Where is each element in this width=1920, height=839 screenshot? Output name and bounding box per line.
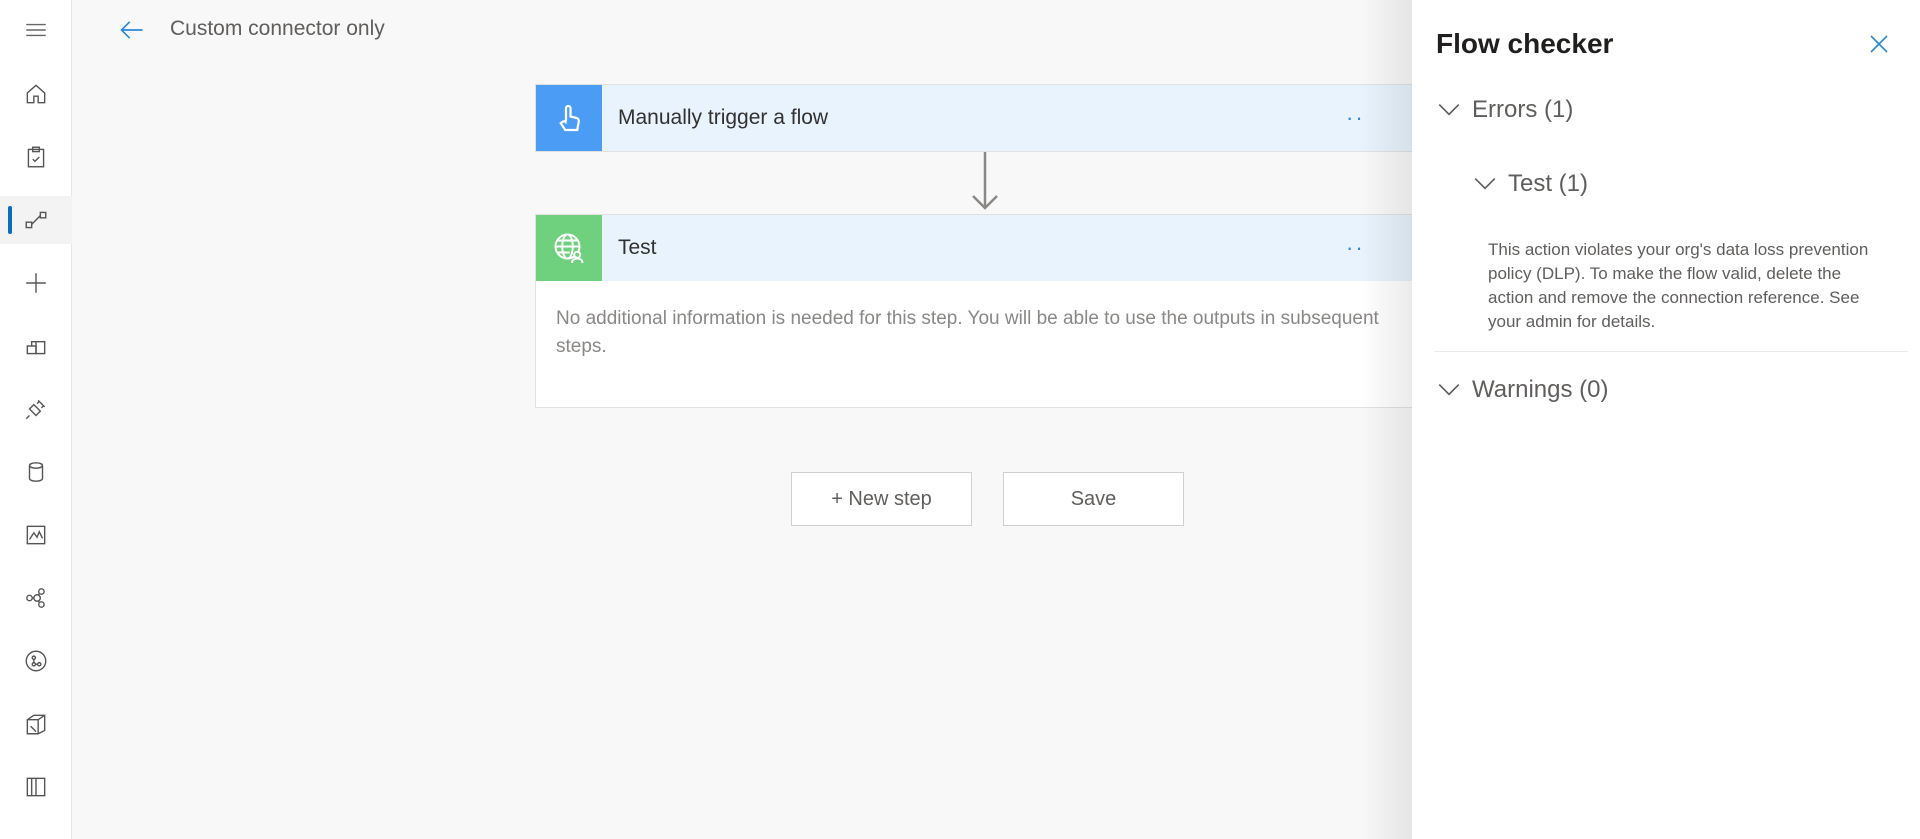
clipboard-check-icon xyxy=(27,146,45,168)
nav-home[interactable] xyxy=(0,70,72,118)
chevron-down-icon xyxy=(1438,384,1460,396)
trigger-step-card[interactable]: Manually trigger a flow ·· xyxy=(535,84,1415,152)
nav-my-flows[interactable] xyxy=(0,196,72,244)
nav-learn[interactable] xyxy=(0,763,72,811)
nav-process-advisor[interactable] xyxy=(0,637,72,685)
page-title: Custom connector only xyxy=(170,17,385,40)
flow-icon xyxy=(25,211,47,229)
new-step-button[interactable]: + New step xyxy=(791,472,972,526)
errors-section-toggle[interactable]: Errors (1) xyxy=(1436,96,1573,124)
flow-checker-panel: Flow checker Errors (1) Test (1) This ac… xyxy=(1412,0,1920,839)
errors-label: Errors (1) xyxy=(1472,96,1574,123)
nav-templates[interactable] xyxy=(0,322,72,370)
nav-approvals[interactable] xyxy=(0,133,72,181)
test-icon-tile xyxy=(536,215,602,281)
left-nav-rail xyxy=(0,0,72,839)
chevron-down-icon xyxy=(1438,104,1460,116)
nav-data[interactable] xyxy=(0,448,72,496)
connector-arrow-icon xyxy=(972,152,998,210)
warnings-label: Warnings (0) xyxy=(1472,376,1609,403)
test-step-card[interactable]: Test ·· No additional information is nee… xyxy=(535,214,1415,408)
nav-create[interactable] xyxy=(0,259,72,307)
warnings-section-toggle[interactable]: Warnings (0) xyxy=(1436,376,1608,404)
menu-button[interactable] xyxy=(0,6,72,54)
arrow-left-icon xyxy=(120,21,143,39)
nav-solutions[interactable] xyxy=(0,700,72,748)
test-step-header[interactable]: Test ·· xyxy=(536,215,1414,281)
test-error-label: Test (1) xyxy=(1508,170,1589,197)
panel-shadow xyxy=(1360,0,1412,839)
solutions-icon xyxy=(26,714,46,735)
trigger-step-title: Manually trigger a flow xyxy=(618,106,829,129)
hamburger-icon xyxy=(26,23,46,37)
error-message: This action violates your org's data los… xyxy=(1488,240,1869,331)
globe-user-icon xyxy=(554,233,584,264)
nav-connectors[interactable] xyxy=(0,385,72,433)
process-icon xyxy=(25,650,47,672)
touch-hand-icon xyxy=(559,104,580,132)
back-button[interactable] xyxy=(116,14,148,46)
save-button[interactable]: Save xyxy=(1003,472,1184,526)
book-icon xyxy=(26,777,46,797)
test-step-title: Test xyxy=(618,236,657,259)
trigger-icon-tile xyxy=(536,85,602,151)
plug-icon xyxy=(25,399,46,420)
trigger-step-header[interactable]: Manually trigger a flow ·· xyxy=(536,85,1414,151)
templates-icon xyxy=(26,340,46,355)
nav-ai-builder[interactable] xyxy=(0,574,72,622)
close-button[interactable] xyxy=(1861,26,1897,62)
header-bar: Custom connector only xyxy=(72,0,1412,58)
database-icon xyxy=(28,462,44,482)
panel-title: Flow checker xyxy=(1436,28,1614,59)
test-step-description: No additional information is needed for … xyxy=(556,308,1379,357)
home-icon xyxy=(26,84,46,104)
network-icon xyxy=(26,588,45,608)
plus-icon xyxy=(26,273,46,293)
nav-monitor[interactable] xyxy=(0,511,72,559)
close-icon xyxy=(1870,35,1888,53)
test-error-toggle[interactable]: Test (1) xyxy=(1472,170,1588,198)
chevron-down-icon xyxy=(1474,178,1496,190)
divider xyxy=(1434,351,1908,352)
chart-icon xyxy=(26,525,46,545)
